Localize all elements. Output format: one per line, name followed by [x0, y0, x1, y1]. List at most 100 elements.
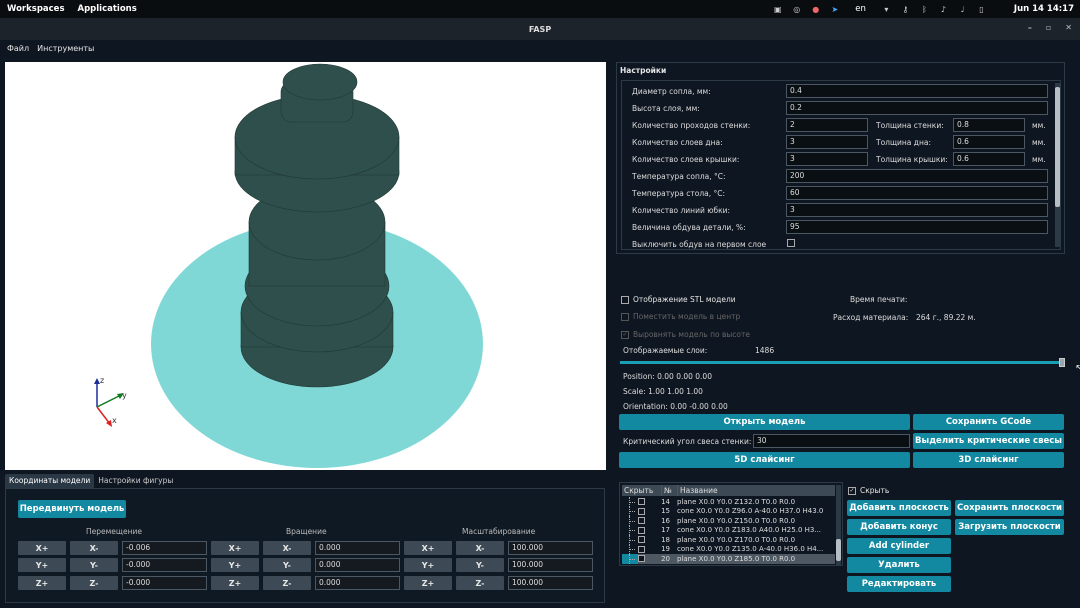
menu-tools[interactable]: Инструменты	[37, 44, 94, 53]
critical-angle-field[interactable]: 30	[753, 434, 910, 448]
scale-y-plus-button[interactable]: Y+	[404, 558, 452, 572]
hide-planes-option[interactable]: ✓ Скрыть	[848, 486, 889, 495]
col-hide-header[interactable]: Скрыть	[622, 485, 662, 496]
top-thickness-field[interactable]: 0.6	[953, 152, 1025, 166]
planes-scrollbar-thumb[interactable]	[836, 539, 841, 561]
rotate-z-plus-button[interactable]: Z+	[211, 576, 259, 590]
show-stl-checkbox[interactable]	[621, 295, 629, 304]
rotate-y-minus-button[interactable]: Y-	[263, 558, 311, 572]
move-model-button[interactable]: Передвинуть модель	[18, 500, 126, 518]
bottom-thickness-field[interactable]: 0.6	[953, 135, 1025, 149]
menu-file[interactable]: Файл	[7, 44, 29, 53]
scale-x-plus-button[interactable]: X+	[404, 541, 452, 555]
3d-viewport[interactable]: z y x	[5, 62, 606, 470]
center-model-option[interactable]: Поместить модель в центр	[621, 312, 740, 321]
tab-shape-settings[interactable]: Настройки фигуры	[94, 474, 177, 488]
open-model-button[interactable]: Открыть модель	[619, 414, 910, 430]
wall-thickness-field[interactable]: 0.8	[953, 118, 1025, 132]
minimize-icon[interactable]: –	[1028, 23, 1032, 32]
row-hide-checkbox[interactable]	[638, 517, 645, 525]
hide-planes-checkbox[interactable]: ✓	[848, 486, 856, 495]
table-row[interactable]: 19 cone X0.0 Y0.0 Z135.0 A-40.0 H36.0 H4.…	[622, 544, 835, 555]
translate-x-field[interactable]: -0.006	[122, 541, 207, 555]
col-num-header[interactable]: №	[662, 485, 678, 496]
table-row[interactable]: 16 plane X0.0 Y0.0 Z150.0 T0.0 R0.0	[622, 516, 835, 526]
settings-scroll-area[interactable]: Диаметр сопла, мм: 0.4 Высота слоя, мм: …	[621, 80, 1061, 250]
row-hide-checkbox[interactable]	[638, 545, 645, 553]
translate-z-plus-button[interactable]: Z+	[18, 576, 66, 590]
wifi-icon[interactable]: ▾	[882, 5, 891, 14]
skirt-lines-field[interactable]: 3	[786, 203, 1048, 217]
translate-z-minus-button[interactable]: Z-	[70, 576, 118, 590]
tab-model-coords[interactable]: Координаты модели	[5, 474, 95, 488]
slice-3d-button[interactable]: 3D слайсинг	[913, 452, 1064, 468]
fan-first-layer-checkbox[interactable]	[787, 239, 795, 247]
rotate-z-field[interactable]: 0.000	[315, 576, 400, 590]
close-icon[interactable]: ✕	[1065, 23, 1072, 32]
layer-slider[interactable]	[620, 361, 1061, 364]
planes-table[interactable]: Скрыть № Название 14 plane X0.0 Y0.0 Z132…	[619, 482, 843, 566]
steam-tray-icon[interactable]: ◎	[792, 5, 801, 14]
row-hide-checkbox[interactable]	[638, 536, 645, 544]
row-hide-checkbox[interactable]	[638, 526, 645, 534]
keyboard-layout[interactable]: en	[855, 4, 866, 14]
bottom-layers-field[interactable]: 3	[786, 135, 868, 149]
scale-z-field[interactable]: 100.000	[508, 576, 593, 590]
rotate-x-plus-button[interactable]: X+	[211, 541, 259, 555]
translate-x-plus-button[interactable]: X+	[18, 541, 66, 555]
battery-icon[interactable]: ▯	[977, 5, 986, 14]
add-cone-button[interactable]: Добавить конус	[847, 519, 951, 535]
center-model-checkbox[interactable]	[621, 312, 629, 321]
bluetooth-icon[interactable]: ᛒ	[920, 5, 929, 14]
microphone-icon[interactable]: ♩	[958, 5, 967, 14]
table-row[interactable]: 15 cone X0.0 Y0.0 Z96.0 A-40.0 H37.0 H43.…	[622, 506, 835, 517]
key-icon[interactable]: ⚷	[901, 5, 910, 14]
col-name-header[interactable]: Название	[678, 485, 835, 496]
fan-speed-field[interactable]: 95	[786, 220, 1048, 234]
clock[interactable]: Jun 14 14:17	[1014, 4, 1074, 14]
load-planes-button[interactable]: Загрузить плоскости	[955, 519, 1064, 535]
workspaces-menu[interactable]: Workspaces	[7, 4, 65, 14]
network-tray-icon[interactable]: ▣	[773, 5, 782, 14]
row-hide-checkbox[interactable]	[638, 498, 645, 506]
align-height-checkbox[interactable]: ✓	[621, 330, 629, 339]
scale-y-field[interactable]: 100.000	[508, 558, 593, 572]
save-planes-button[interactable]: Сохранить плоскости	[955, 500, 1064, 516]
row-hide-checkbox[interactable]	[638, 555, 645, 563]
translate-y-plus-button[interactable]: Y+	[18, 558, 66, 572]
translate-x-minus-button[interactable]: X-	[70, 541, 118, 555]
translate-z-field[interactable]: -0.000	[122, 576, 207, 590]
rotate-z-minus-button[interactable]: Z-	[263, 576, 311, 590]
top-layers-field[interactable]: 3	[786, 152, 868, 166]
telegram-tray-icon[interactable]: ➤	[830, 5, 839, 14]
row-hide-checkbox[interactable]	[638, 507, 645, 515]
add-cylinder-button[interactable]: Add cylinder	[847, 538, 951, 554]
table-row[interactable]: 20 plane X0.0 Y0.0 Z185.0 T0.0 R0.0	[622, 554, 835, 564]
rotate-y-field[interactable]: 0.000	[315, 558, 400, 572]
table-row[interactable]: 18 plane X0.0 Y0.0 Z170.0 T0.0 R0.0	[622, 535, 835, 545]
bed-temp-field[interactable]: 60	[786, 186, 1048, 200]
highlight-overhangs-button[interactable]: Выделить критические свесы	[913, 433, 1064, 449]
save-gcode-button[interactable]: Сохранить GCode	[913, 414, 1064, 430]
table-row[interactable]: 17 cone X0.0 Y0.0 Z183.0 A40.0 H25.0 H3..…	[622, 525, 835, 536]
rotate-y-plus-button[interactable]: Y+	[211, 558, 259, 572]
layer-height-field[interactable]: 0.2	[786, 101, 1048, 115]
nozzle-temp-field[interactable]: 200	[786, 169, 1048, 183]
settings-scrollbar-thumb[interactable]	[1055, 87, 1060, 207]
rotate-x-minus-button[interactable]: X-	[263, 541, 311, 555]
show-stl-option[interactable]: Отображение STL модели	[621, 295, 736, 304]
scale-y-minus-button[interactable]: Y-	[456, 558, 504, 572]
edit-button[interactable]: Редактировать	[847, 576, 951, 592]
slice-5d-button[interactable]: 5D слайсинг	[619, 452, 910, 468]
scale-z-minus-button[interactable]: Z-	[456, 576, 504, 590]
applications-menu[interactable]: Applications	[78, 4, 137, 14]
nozzle-diameter-field[interactable]: 0.4	[786, 84, 1048, 98]
rotate-x-field[interactable]: 0.000	[315, 541, 400, 555]
scale-z-plus-button[interactable]: Z+	[404, 576, 452, 590]
delete-button[interactable]: Удалить	[847, 557, 951, 573]
maximize-icon[interactable]: ▫	[1046, 23, 1051, 32]
record-tray-icon[interactable]: ●	[811, 5, 820, 14]
align-height-option[interactable]: ✓ Выровнять модель по высоте	[621, 330, 750, 339]
translate-y-field[interactable]: -0.000	[122, 558, 207, 572]
translate-y-minus-button[interactable]: Y-	[70, 558, 118, 572]
